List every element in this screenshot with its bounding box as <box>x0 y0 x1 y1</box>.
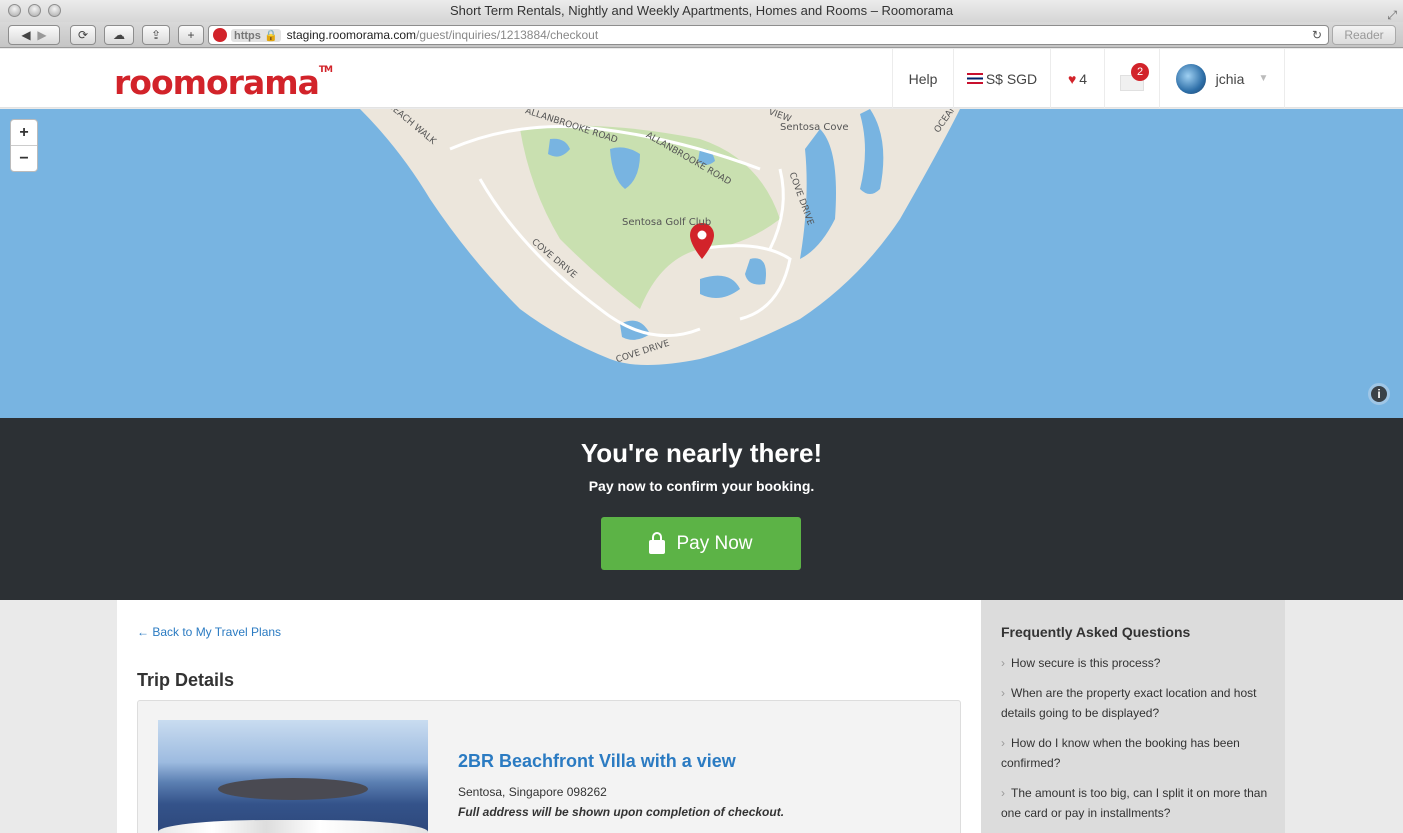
pay-now-label: Pay Now <box>676 532 753 554</box>
messages-link[interactable] <box>1104 49 1159 108</box>
faq-item[interactable]: › How do I know when the booking has been… <box>1001 733 1271 773</box>
favorites-link[interactable]: ♥ 4 <box>1050 49 1104 108</box>
share-button[interactable]: ⇪ <box>142 25 170 45</box>
help-link[interactable]: Help <box>892 49 953 108</box>
icloud-button[interactable]: ☁ <box>104 25 134 45</box>
lock-icon: 🔒 <box>263 29 278 42</box>
window-controls <box>8 4 61 17</box>
history-icon: ⟳ <box>77 28 89 42</box>
currency-label: S$ SGD <box>985 70 1038 87</box>
faq-item[interactable]: › How secure is this process? <box>1001 653 1271 673</box>
faq-title: Frequently Asked Questions <box>1001 624 1191 640</box>
cta-subtitle: Pay now to confirm your booking. <box>588 478 815 494</box>
chevron-right-icon: › <box>1001 736 1005 750</box>
reload-icon[interactable]: ↻ <box>1312 28 1322 42</box>
cloud-icon: ☁ <box>113 28 125 42</box>
new-tab-button[interactable]: + <box>178 25 204 45</box>
currency-selector[interactable]: S$ SGD <box>953 49 1050 108</box>
chevron-right-icon: › <box>1001 786 1005 800</box>
heart-icon: ♥ <box>1067 70 1077 87</box>
photo-balcony <box>158 820 428 833</box>
chevron-right-icon: › <box>1001 656 1005 670</box>
chevron-right-icon: › <box>1001 686 1005 700</box>
property-address-note: Full address will be shown upon completi… <box>458 805 785 819</box>
forward-arrow-icon[interactable]: ▶ <box>37 28 46 42</box>
lock-icon <box>649 531 666 554</box>
messages-count-badge: 2 <box>1131 63 1149 81</box>
photo-island <box>218 778 368 800</box>
faq-item[interactable]: › The amount is too big, can I split it o… <box>1001 783 1271 823</box>
zoom-in-button[interactable]: + <box>11 120 37 146</box>
roomorama-logo[interactable]: roomoramaTM <box>114 63 333 102</box>
minimize-window-button[interactable] <box>28 4 41 17</box>
faq-sidebar: Frequently Asked Questions › How secure i… <box>981 600 1285 833</box>
trip-details-title: Trip Details <box>137 670 235 690</box>
zoom-out-button[interactable]: − <box>11 146 37 172</box>
map-tiles <box>360 109 960 365</box>
trip-card: 2BR Beachfront Villa with a view Sentosa… <box>137 700 961 833</box>
address-bar[interactable]: https 🔒 staging.roomorama.com /guest/inq… <box>208 25 1329 45</box>
back-forward-buttons[interactable]: ◀ ▶ <box>8 25 60 45</box>
location-map[interactable]: Sentosa Golf Club Sentosa Cove ALLANBROO… <box>0 109 1403 418</box>
user-menu[interactable]: jchia ▼ <box>1159 49 1285 108</box>
map-zoom-control: + − <box>10 119 38 172</box>
browser-toolbar: ◀ ▶ ⟳ ☁ ⇪ + https 🔒 staging.roomorama.co… <box>0 22 1403 48</box>
property-photo[interactable] <box>158 720 428 833</box>
faq-item[interactable]: › When are the property exact location an… <box>1001 683 1271 723</box>
username: jchia <box>1215 70 1245 87</box>
map-label-golf-club: Sentosa Golf Club <box>622 217 712 228</box>
url-host: staging.roomorama.com <box>286 28 417 42</box>
map-info-icon[interactable]: i <box>1368 383 1390 405</box>
property-title-link[interactable]: 2BR Beachfront Villa with a view <box>458 751 736 772</box>
https-badge: https 🔒 <box>231 28 281 42</box>
property-address: Sentosa, Singapore 098262 <box>458 785 607 799</box>
reader-button[interactable]: Reader <box>1332 25 1396 45</box>
map-label-sentosa-cove: Sentosa Cove <box>780 122 849 133</box>
checkout-cta: You're nearly there! Pay now to confirm … <box>0 418 1403 600</box>
close-window-button[interactable] <box>8 4 21 17</box>
back-to-travel-plans-link[interactable]: ← Back to My Travel Plans <box>137 625 281 639</box>
site-header: roomoramaTM Help S$ SGD ♥ 4 2 jchia ▼ <box>0 49 1403 108</box>
site-favicon-icon <box>213 28 227 42</box>
share-icon: ⇪ <box>150 28 162 42</box>
window-title: Short Term Rentals, Nightly and Weekly A… <box>449 3 954 18</box>
back-arrow-icon[interactable]: ◀ <box>21 28 30 42</box>
pay-now-button[interactable]: Pay Now <box>601 517 801 570</box>
plus-icon: + <box>187 28 195 42</box>
url-path: /guest/inquiries/1213884/checkout <box>416 28 599 42</box>
main-content: ← Back to My Travel Plans Trip Details 2… <box>117 600 981 833</box>
history-button[interactable]: ⟳ <box>70 25 96 45</box>
window-titlebar: Short Term Rentals, Nightly and Weekly A… <box>0 0 1403 22</box>
avatar <box>1175 63 1206 94</box>
favorites-count: 4 <box>1079 70 1088 87</box>
uk-flag-icon <box>966 73 983 84</box>
zoom-window-button[interactable] <box>48 4 61 17</box>
chevron-down-icon: ▼ <box>1258 73 1269 84</box>
cta-title: You're nearly there! <box>580 438 823 468</box>
